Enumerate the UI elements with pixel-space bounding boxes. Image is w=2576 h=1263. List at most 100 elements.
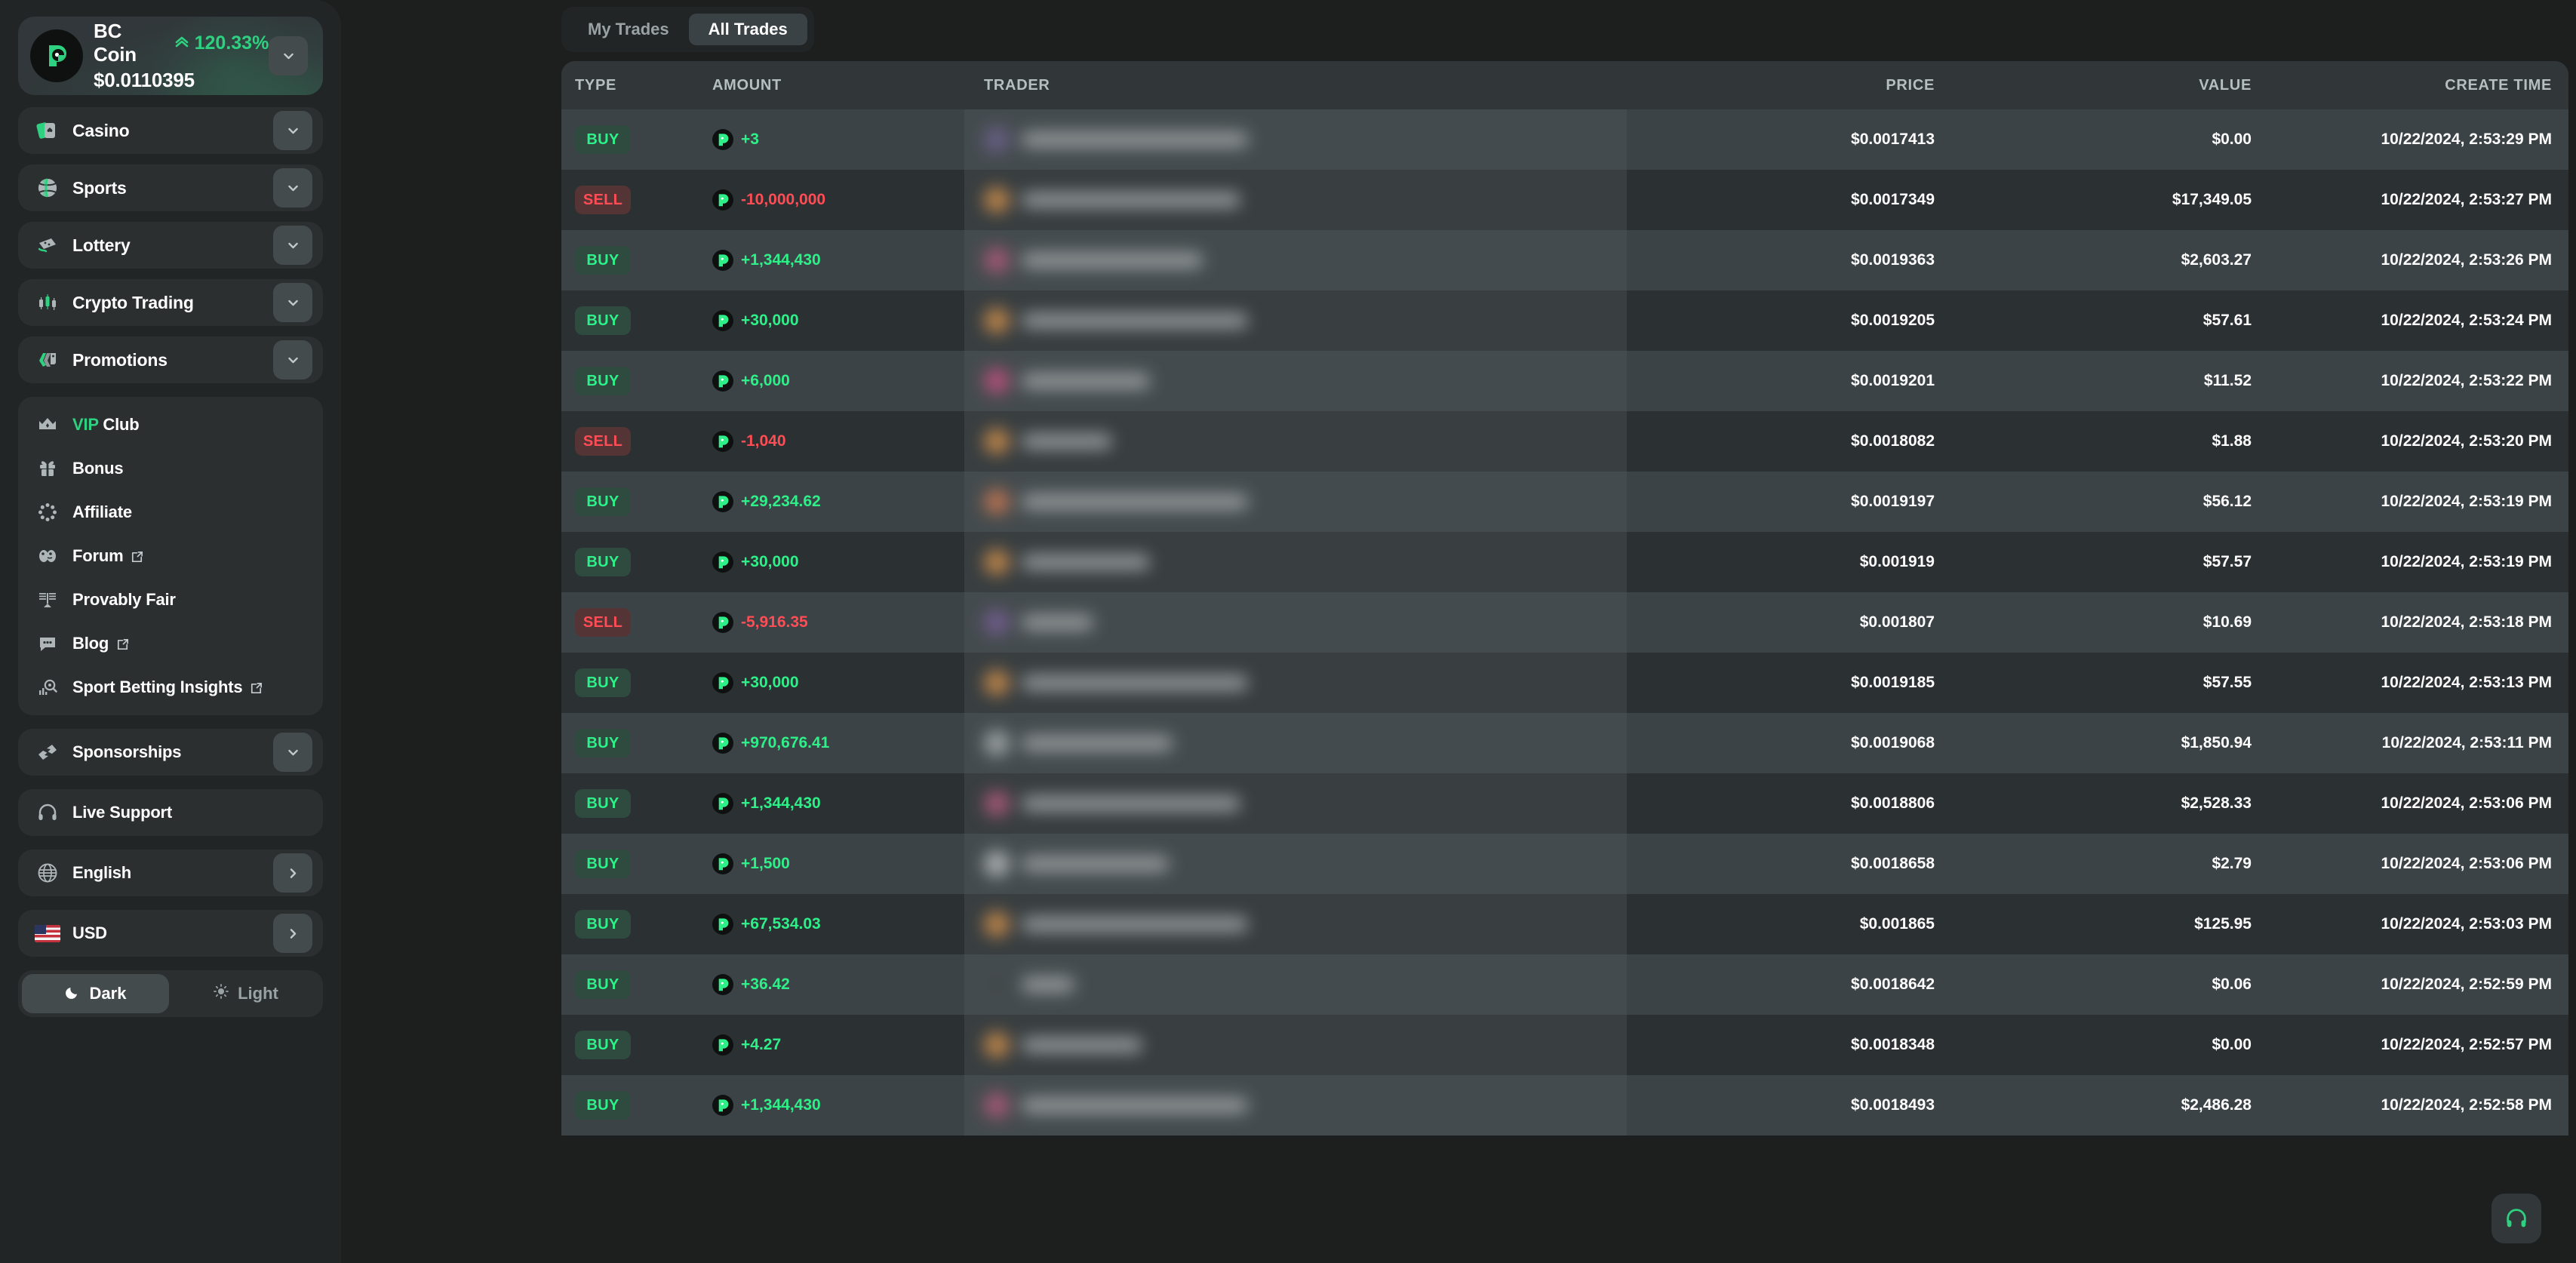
table-row[interactable]: BUY +1,344,430 $0.0018493 $2,486.28 10/2… <box>561 1075 2568 1135</box>
forum-faces-icon <box>35 543 60 569</box>
column-header-trader[interactable]: TRADER <box>984 61 1610 109</box>
theme-option-dark[interactable]: Dark <box>22 974 169 1013</box>
table-row[interactable]: BUY +30,000 $0.001919 $57.57 10/22/2024,… <box>561 532 2568 592</box>
status-badge: BUY <box>575 367 631 395</box>
trader-name <box>1022 856 1169 871</box>
sponsorships-expand-button[interactable] <box>273 733 312 772</box>
trader-cell[interactable] <box>964 230 1627 290</box>
trade-time-cell: 10/22/2024, 2:53:22 PM <box>2381 372 2553 389</box>
table-row[interactable]: BUY +67,534.03 $0.001865 $125.95 10/22/2… <box>561 894 2568 954</box>
trade-type-cell: BUY <box>561 653 712 713</box>
promotions-expand-button[interactable] <box>273 340 312 380</box>
currency-selector[interactable]: USD <box>18 910 323 957</box>
trader-cell[interactable] <box>964 592 1627 653</box>
trader-identity-obscured <box>984 247 1610 273</box>
table-row[interactable]: BUY +29,234.62 $0.0019197 $56.12 10/22/2… <box>561 472 2568 532</box>
trader-identity-obscured <box>984 368 1610 394</box>
sidebar-item-label: Sponsorships <box>72 742 182 761</box>
trader-name <box>1022 253 1203 268</box>
trade-type-cell: SELL <box>561 411 712 472</box>
table-row[interactable]: BUY +36.42 $0.0018642 $0.06 10/22/2024, … <box>561 954 2568 1015</box>
sidebar-item-provably-fair[interactable]: Provably Fair <box>18 578 323 622</box>
trader-cell[interactable] <box>964 954 1627 1015</box>
language-selector[interactable]: English <box>18 850 323 896</box>
table-row[interactable]: SELL -10,000,000 $0.0017349 $17,349.05 1… <box>561 170 2568 230</box>
table-row[interactable]: SELL -5,916.35 $0.001807 $10.69 10/22/20… <box>561 592 2568 653</box>
trader-cell[interactable] <box>964 411 1627 472</box>
trader-cell[interactable] <box>964 713 1627 773</box>
trade-amount-value: +1,344,430 <box>741 794 821 812</box>
column-header-create-time[interactable]: CREATE TIME <box>2252 61 2568 109</box>
theme-option-light[interactable]: Light <box>172 974 319 1013</box>
trade-type-cell: BUY <box>561 834 712 894</box>
bc-coin-token-icon <box>712 250 733 271</box>
bc-coin-token-icon <box>712 189 733 210</box>
table-row[interactable]: BUY +3 $0.0017413 $0.00 10/22/2024, 2:53… <box>561 109 2568 170</box>
trader-cell[interactable] <box>964 834 1627 894</box>
live-support-fab[interactable] <box>2491 1194 2541 1243</box>
column-header-amount[interactable]: AMOUNT <box>712 61 984 109</box>
trader-cell[interactable] <box>964 351 1627 411</box>
trade-amount-value: +4.27 <box>741 1036 782 1053</box>
trade-value-cell: $0.00 <box>2212 1036 2252 1053</box>
trader-cell[interactable] <box>964 773 1627 834</box>
trader-cell[interactable] <box>964 532 1627 592</box>
trader-cell[interactable] <box>964 170 1627 230</box>
sidebar-item-affiliate[interactable]: Affiliate <box>18 490 323 534</box>
sidebar-item-casino[interactable]: Casino <box>18 107 323 154</box>
trade-price-cell: $0.0019363 <box>1851 251 1935 269</box>
trade-amount-cell: -5,916.35 <box>712 592 984 653</box>
table-row[interactable]: BUY +1,344,430 $0.0018806 $2,528.33 10/2… <box>561 773 2568 834</box>
trade-type-cell: BUY <box>561 894 712 954</box>
casino-expand-button[interactable] <box>273 111 312 150</box>
currency-chevron-button[interactable] <box>273 914 312 953</box>
trader-cell[interactable] <box>964 1015 1627 1075</box>
sidebar-item-sponsorships[interactable]: Sponsorships <box>18 729 323 776</box>
table-row[interactable]: SELL -1,040 $0.0018082 $1.88 10/22/2024,… <box>561 411 2568 472</box>
sidebar-item-lottery[interactable]: Lottery <box>18 222 323 269</box>
trader-cell[interactable] <box>964 653 1627 713</box>
table-row[interactable]: BUY +1,500 $0.0018658 $2.79 10/22/2024, … <box>561 834 2568 894</box>
trader-cell[interactable] <box>964 894 1627 954</box>
bc-coin-token-icon <box>712 491 733 512</box>
globe-icon <box>35 860 60 886</box>
sidebar-item-forum[interactable]: Forum <box>18 534 323 578</box>
table-row[interactable]: BUY +4.27 $0.0018348 $0.00 10/22/2024, 2… <box>561 1015 2568 1075</box>
sidebar-item-sport-betting-insights[interactable]: Sport Betting Insights <box>18 665 323 709</box>
sidebar-item-blog[interactable]: Blog <box>18 622 323 665</box>
language-chevron-button[interactable] <box>273 853 312 893</box>
trade-time-cell: 10/22/2024, 2:53:29 PM <box>2381 131 2553 148</box>
trade-time-cell: 10/22/2024, 2:53:19 PM <box>2381 493 2553 510</box>
status-badge: BUY <box>575 1031 631 1059</box>
coin-expand-button[interactable] <box>269 36 308 75</box>
column-header-value[interactable]: VALUE <box>1935 61 2252 109</box>
table-row[interactable]: BUY +30,000 $0.0019185 $57.55 10/22/2024… <box>561 653 2568 713</box>
table-row[interactable]: BUY +6,000 $0.0019201 $11.52 10/22/2024,… <box>561 351 2568 411</box>
coin-summary-card[interactable]: BC Coin 120.33% $0.0110395 <box>18 17 323 95</box>
sidebar-item-crypto-trading[interactable]: Crypto Trading <box>18 279 323 326</box>
column-header-type[interactable]: TYPE <box>561 61 712 109</box>
tab-all-trades[interactable]: All Trades <box>688 14 807 45</box>
sports-expand-button[interactable] <box>273 168 312 207</box>
chat-bubble-icon <box>35 631 60 656</box>
bc-coin-token-icon <box>712 310 733 331</box>
trader-cell[interactable] <box>964 290 1627 351</box>
sidebar-item-sports[interactable]: Sports <box>18 164 323 211</box>
vip-accent-label: VIP <box>72 415 99 434</box>
tab-my-trades[interactable]: My Trades <box>568 14 689 45</box>
trader-cell[interactable] <box>964 472 1627 532</box>
sidebar-item-live-support[interactable]: Live Support <box>18 789 323 836</box>
sidebar-item-promotions[interactable]: Promotions <box>18 336 323 383</box>
crypto-trading-expand-button[interactable] <box>273 283 312 322</box>
sidebar-item-bonus[interactable]: Bonus <box>18 447 323 490</box>
lottery-expand-button[interactable] <box>273 226 312 265</box>
table-row[interactable]: BUY +30,000 $0.0019205 $57.61 10/22/2024… <box>561 290 2568 351</box>
trader-name <box>1022 313 1248 328</box>
table-row[interactable]: BUY +1,344,430 $0.0019363 $2,603.27 10/2… <box>561 230 2568 290</box>
trade-type-cell: SELL <box>561 170 712 230</box>
table-row[interactable]: BUY +970,676.41 $0.0019068 $1,850.94 10/… <box>561 713 2568 773</box>
sidebar-item-vip-club[interactable]: VIP Club <box>18 403 323 447</box>
trader-cell[interactable] <box>964 109 1627 170</box>
column-header-price[interactable]: PRICE <box>1610 61 1935 109</box>
trader-cell[interactable] <box>964 1075 1627 1135</box>
